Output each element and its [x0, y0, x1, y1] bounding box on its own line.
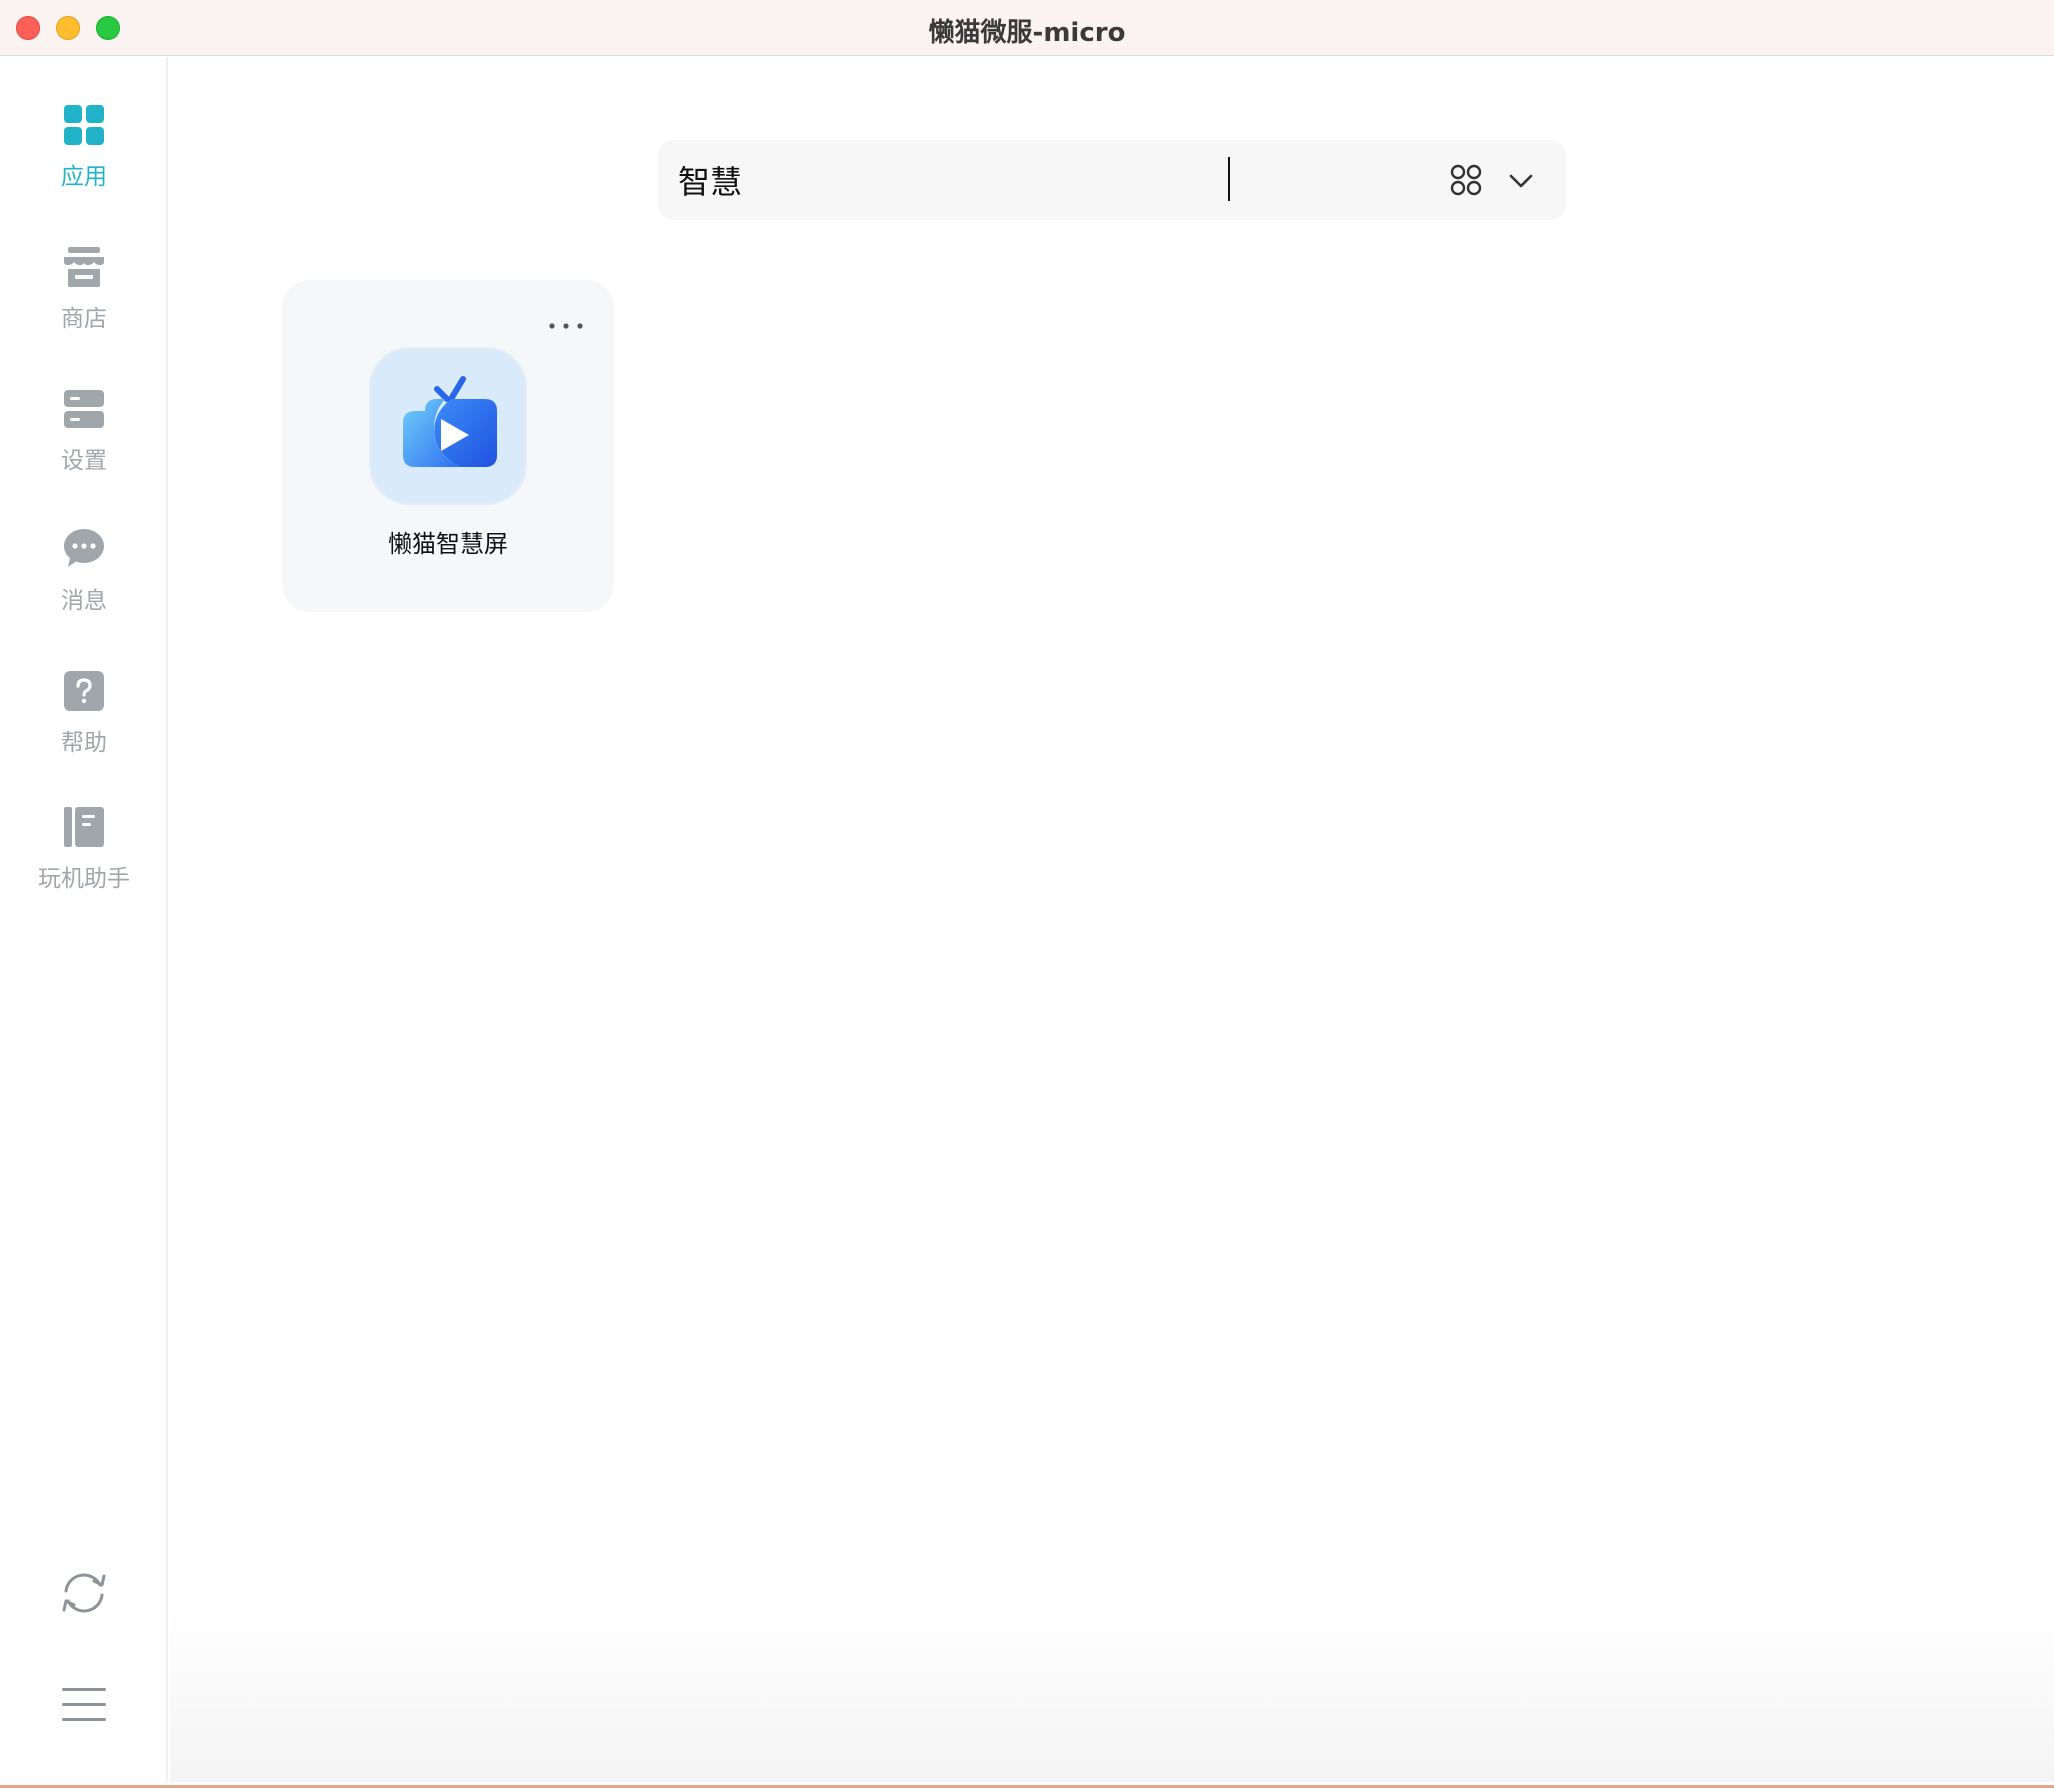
sync-icon[interactable]: [56, 1565, 112, 1621]
sidebar-item-label: 商店: [61, 306, 107, 332]
app-card[interactable]: 懒猫智慧屏: [282, 280, 614, 612]
help-icon: [64, 671, 104, 711]
sidebar-item-label: 玩机助手: [38, 866, 130, 892]
app-window: 懒猫微服-micro 应用 商店 设置 消息 帮助 玩机助手 智慧 懒猫智慧屏: [0, 0, 2054, 1788]
chevron-down-icon[interactable]: [1504, 164, 1538, 198]
hamburger-menu-icon[interactable]: [56, 1677, 112, 1733]
sidebar-item-label: 应用: [61, 164, 107, 190]
app-icon-tile: [369, 347, 527, 505]
sidebar-item-messages[interactable]: 消息: [0, 527, 168, 615]
grid-view-icon[interactable]: [1448, 162, 1484, 198]
sidebar-item-label: 设置: [61, 448, 107, 474]
more-options-icon[interactable]: [544, 316, 588, 336]
search-input[interactable]: [678, 154, 1378, 206]
sidebar-item-help[interactable]: 帮助: [0, 669, 168, 757]
main-content: 懒猫智慧屏: [170, 57, 2054, 1782]
sidebar-item-label: 帮助: [61, 730, 107, 756]
store-icon: [64, 247, 104, 287]
sidebar: 应用 商店 设置 消息 帮助 玩机助手: [0, 57, 168, 1782]
settings-icon: [64, 390, 104, 428]
apps-grid-icon: [64, 105, 104, 145]
guide-book-icon: [64, 807, 104, 847]
window-title: 懒猫微服-micro: [928, 18, 1126, 48]
sidebar-item-store[interactable]: 商店: [0, 245, 168, 333]
search-bar: [658, 140, 1566, 220]
sidebar-item-apps[interactable]: 应用: [0, 103, 168, 191]
title-bar: 懒猫微服-micro: [0, 0, 2054, 56]
text-cursor: [1228, 157, 1230, 201]
sidebar-item-label: 消息: [61, 588, 107, 614]
message-icon: [64, 529, 104, 567]
sidebar-item-settings[interactable]: 设置: [0, 387, 168, 475]
app-name: 懒猫智慧屏: [388, 530, 508, 558]
smart-screen-tv-icon: [403, 376, 497, 467]
sidebar-item-guide[interactable]: 玩机助手: [0, 805, 168, 893]
